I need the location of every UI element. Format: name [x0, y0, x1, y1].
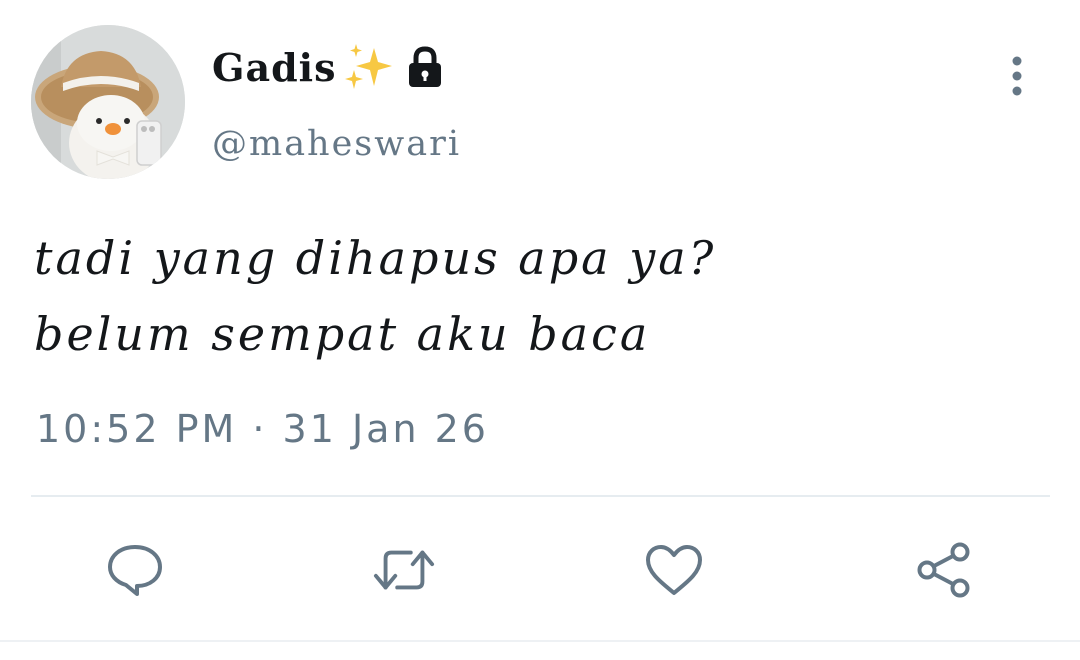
divider: [31, 495, 1050, 497]
like-button[interactable]: [642, 538, 706, 602]
sparkles-icon: [342, 42, 398, 92]
tweet-text: tadi yang dihapus apa ya? belum sempat a…: [34, 220, 1034, 372]
tweet-text-line: tadi yang dihapus apa ya?: [34, 231, 717, 285]
bottom-divider: [0, 640, 1080, 642]
share-button[interactable]: [912, 538, 976, 602]
display-name[interactable]: Gadis: [212, 45, 336, 90]
tweet-card: Gadis @maheswari tadi yang dihapus apa y…: [0, 0, 1080, 660]
tweet-timestamp[interactable]: 10:52 PM · 31 Jan 26: [36, 407, 489, 451]
retweet-arrows-icon: [373, 550, 435, 590]
tweet-text-line: belum sempat aku baca: [34, 307, 651, 361]
vertical-dots-icon: [1012, 56, 1022, 96]
avatar[interactable]: [31, 25, 185, 179]
more-options-button[interactable]: [1000, 54, 1034, 98]
share-nodes-icon: [917, 542, 970, 598]
action-bar: [0, 530, 1080, 610]
speech-bubble-icon: [108, 545, 162, 596]
user-handle[interactable]: @maheswari: [212, 124, 461, 164]
avatar-image: [31, 25, 185, 179]
name-row: Gadis: [212, 42, 446, 92]
reply-button[interactable]: [103, 538, 167, 602]
heart-icon: [646, 545, 702, 595]
lock-icon: [404, 45, 446, 89]
retweet-button[interactable]: [372, 538, 436, 602]
